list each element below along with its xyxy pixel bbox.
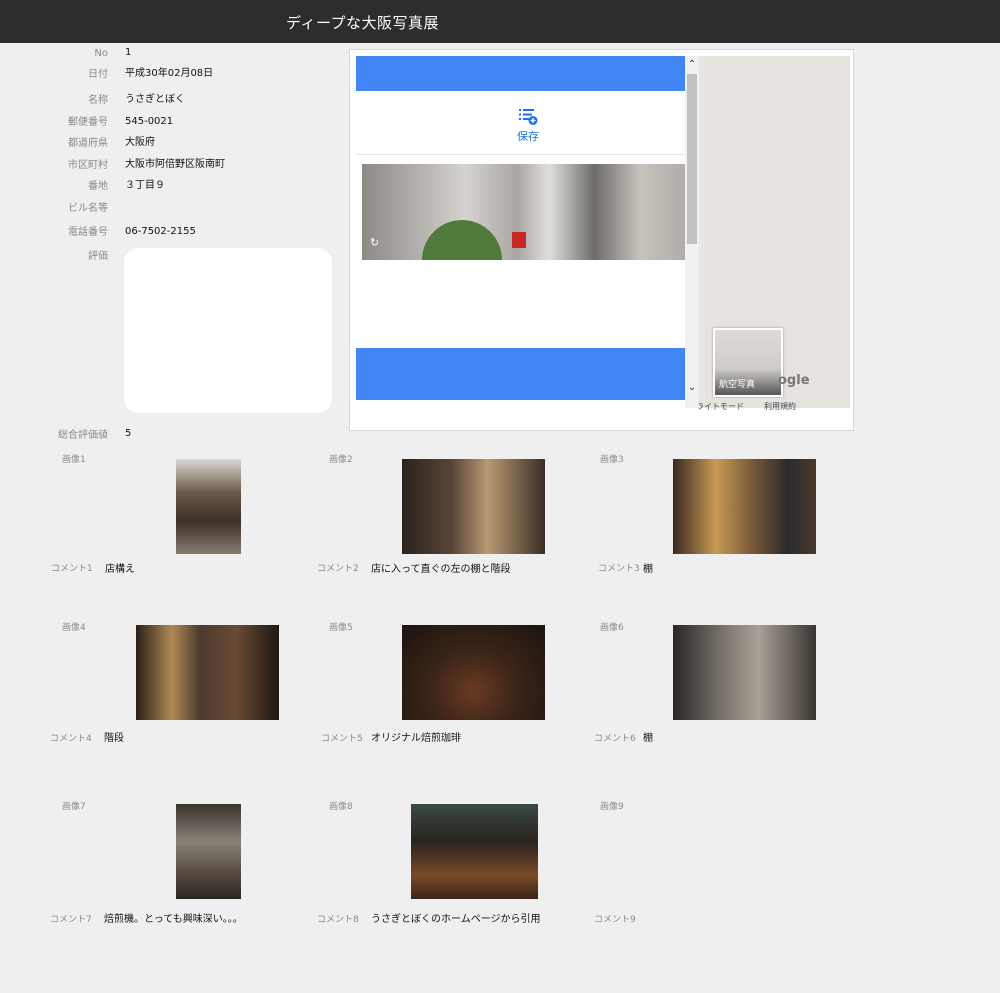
name-value: うさぎとぼく (125, 94, 185, 105)
gallery-image-7[interactable] (176, 804, 241, 899)
gallery-image-3[interactable] (673, 459, 816, 554)
name-label: 名称 (88, 95, 108, 106)
rating-label: 評価 (88, 251, 108, 262)
date-value: 平成30年02月08日 (125, 68, 214, 79)
comment-label-3: コメント3 (598, 564, 640, 574)
panel-divider (356, 154, 685, 155)
comment-label-6: コメント6 (594, 734, 636, 744)
prefecture-value: 大阪府 (125, 137, 155, 148)
image-label-1: 画像1 (62, 455, 86, 465)
place-panel: 保存 ↻ (356, 56, 685, 408)
comment-label-9: コメント9 (594, 915, 636, 925)
aerial-view-label: 航空写真 (719, 380, 756, 390)
header-bar: ディープな大阪写真展 (0, 0, 1000, 43)
save-button[interactable]: 保存 (506, 128, 550, 144)
no-label: No (94, 48, 108, 59)
aerial-view-toggle[interactable]: 航空写真 (713, 328, 783, 397)
map-mode-link[interactable]: ライトモード (696, 401, 744, 412)
comment-6: 棚 (643, 733, 653, 744)
street-view-icon: ↻ (370, 236, 380, 249)
image-label-4: 画像4 (62, 623, 86, 633)
comment-label-8: コメント8 (317, 915, 359, 925)
comment-3: 棚 (643, 564, 653, 575)
comment-1: 店構え (105, 564, 135, 575)
google-logo: ogle (778, 373, 810, 388)
comment-label-4: コメント4 (50, 734, 92, 744)
panel-footer-bar (356, 348, 685, 400)
city-value: 大阪市阿倍野区阪南町 (125, 159, 225, 170)
gallery-image-4[interactable] (136, 625, 279, 720)
comment-7: 焙煎機。とっても興味深い。。。 (104, 914, 243, 925)
total-rating-value: 5 (125, 428, 132, 439)
city-label: 市区町村 (68, 160, 108, 171)
image-label-2: 画像2 (329, 455, 353, 465)
panel-scrollbar[interactable]: ⌃ ⌄ (685, 56, 699, 408)
map-embed[interactable]: 航空写真 ogle ライトモード 利用規約 保存 ↻ ⌃ ⌄ (349, 49, 854, 431)
comment-2: 店に入って直ぐの左の棚と階段 (371, 564, 511, 575)
image-label-8: 画像8 (329, 802, 353, 812)
scroll-down-icon[interactable]: ⌄ (685, 381, 699, 395)
image-label-6: 画像6 (600, 623, 624, 633)
gallery-image-5[interactable] (402, 625, 545, 720)
rating-field[interactable] (124, 248, 332, 413)
phone-value: 06-7502-2155 (125, 226, 196, 237)
prefecture-label: 都道府県 (68, 138, 108, 149)
scrollbar-thumb[interactable] (687, 74, 697, 244)
image-label-3: 画像3 (600, 455, 624, 465)
phone-label: 電話番号 (68, 227, 108, 238)
zip-value: 545-0021 (125, 116, 174, 127)
comment-4: 階段 (104, 733, 124, 744)
total-rating-label: 総合評価値 (58, 430, 108, 441)
gallery-image-1[interactable] (176, 459, 241, 554)
comment-8: うさぎとぼくのホームページから引用 (371, 914, 541, 925)
zip-label: 郵便番号 (68, 117, 108, 128)
comment-label-7: コメント7 (50, 915, 92, 925)
comment-label-5: コメント5 (321, 734, 363, 744)
building-label: ビル名等 (68, 203, 108, 214)
gallery-image-8[interactable] (411, 804, 538, 899)
comment-5: オリジナル焙煎珈琲 (371, 733, 461, 744)
image-label-5: 画像5 (329, 623, 353, 633)
page-title: ディープな大阪写真展 (286, 14, 440, 32)
address-label: 番地 (88, 181, 108, 192)
date-label: 日付 (88, 69, 108, 80)
street-view-photo[interactable]: ↻ (362, 164, 685, 260)
image-label-9: 画像9 (600, 802, 624, 812)
address-value: ３丁目９ (125, 180, 165, 191)
image-label-7: 画像7 (62, 802, 86, 812)
gallery-image-2[interactable] (402, 459, 545, 554)
no-value: 1 (125, 47, 132, 58)
comment-label-1: コメント1 (51, 564, 93, 574)
map-terms-link[interactable]: 利用規約 (764, 401, 796, 412)
panel-header-bar (356, 56, 685, 91)
gallery-image-6[interactable] (673, 625, 816, 720)
scroll-up-icon[interactable]: ⌃ (685, 58, 699, 72)
comment-label-2: コメント2 (317, 564, 359, 574)
save-list-icon[interactable] (518, 106, 538, 126)
